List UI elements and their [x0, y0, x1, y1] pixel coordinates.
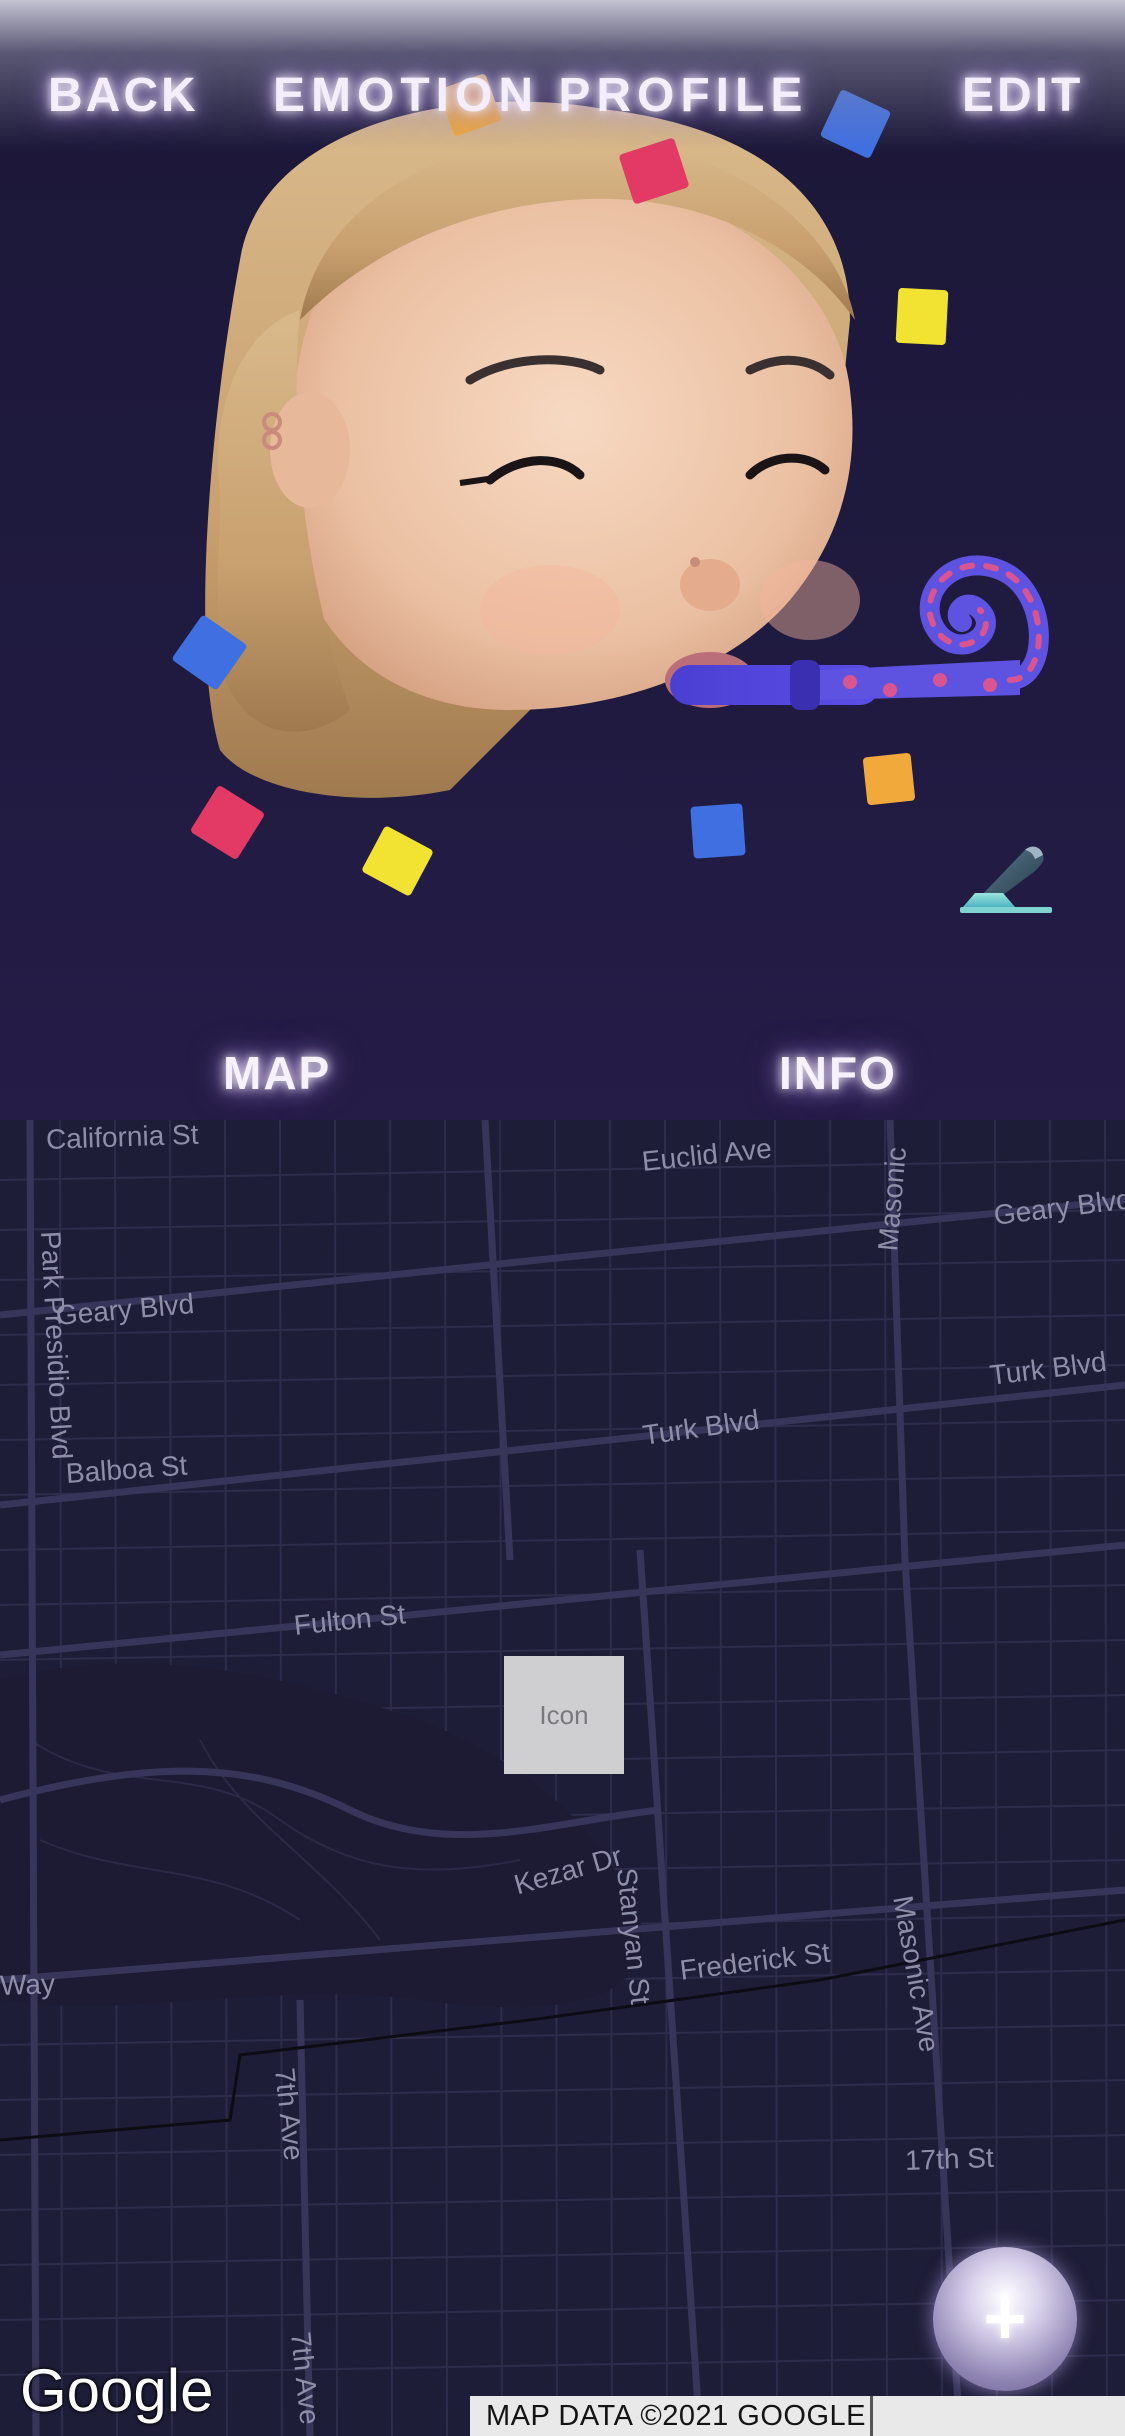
- map-tab[interactable]: MAP: [223, 1046, 331, 1100]
- edit-button[interactable]: EDIT: [962, 68, 1083, 123]
- street-label: Way: [0, 1968, 56, 2001]
- plus-icon: +: [983, 2277, 1027, 2360]
- confetti-yellow: [895, 287, 949, 346]
- emotion-profile-screen: BACK EMOTION PROFILE EDIT MAP INFO Calif…: [0, 0, 1125, 2436]
- pencil-icon[interactable]: [955, 835, 1055, 915]
- confetti-orange: [862, 752, 916, 806]
- map-attribution[interactable]: MAP DATA ©2021 GOOGLE: [470, 2396, 1125, 2436]
- location-marker[interactable]: Icon: [504, 1656, 624, 1774]
- street-label: California St: [45, 1120, 199, 1155]
- google-logo: Google: [20, 2357, 214, 2424]
- street-label: 17th St: [904, 2141, 995, 2176]
- add-button[interactable]: +: [933, 2247, 1077, 2391]
- memoji-avatar: [205, 101, 1049, 798]
- page-title: EMOTION PROFILE: [273, 69, 809, 122]
- back-button[interactable]: BACK: [48, 68, 199, 123]
- confetti-blue: [690, 803, 746, 859]
- info-tab[interactable]: INFO: [779, 1046, 897, 1100]
- attribution-divider: [870, 2396, 873, 2436]
- map-view[interactable]: California St Euclid Ave Masonic Geary B…: [0, 1120, 1125, 2436]
- emotion-hero: BACK EMOTION PROFILE EDIT MAP INFO: [0, 0, 1125, 1120]
